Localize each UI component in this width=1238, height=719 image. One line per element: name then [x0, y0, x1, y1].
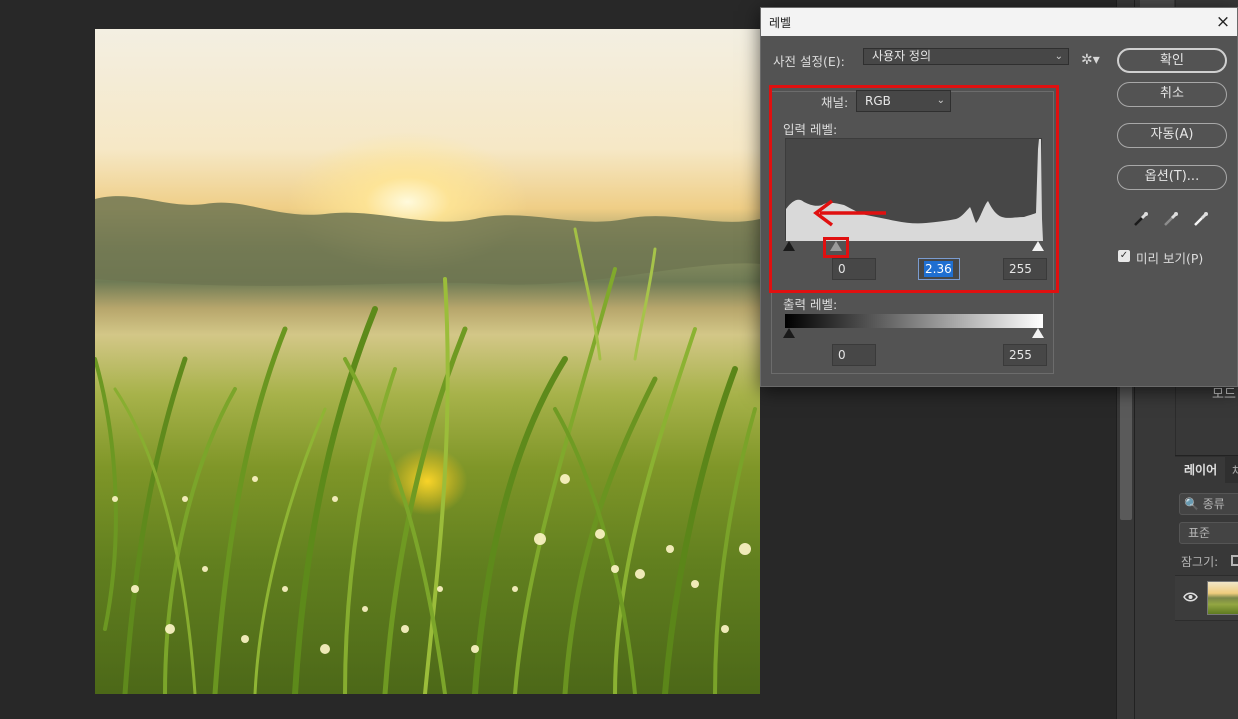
- output-white-field[interactable]: 255: [1003, 344, 1047, 366]
- options-button[interactable]: 옵션(T)...: [1117, 165, 1227, 190]
- preview-checkbox[interactable]: ✓: [1118, 250, 1130, 262]
- auto-button[interactable]: 자동(A): [1117, 123, 1227, 148]
- scrollbar-thumb[interactable]: [1120, 380, 1132, 520]
- dialog-titlebar[interactable]: 레벨 ×: [761, 8, 1237, 36]
- blend-mode-select[interactable]: 표준: [1179, 522, 1238, 544]
- output-black-field[interactable]: 0: [832, 344, 876, 366]
- grass-photo: [95, 196, 760, 694]
- output-gradient-bar: [785, 314, 1043, 328]
- tab-layers[interactable]: 레이어: [1175, 457, 1225, 483]
- preset-select[interactable]: 사용자 정의 ⌄: [863, 48, 1069, 65]
- black-eyedropper-icon[interactable]: [1133, 211, 1149, 227]
- preset-label: 사전 설정(E):: [773, 54, 845, 69]
- lock-transparency-icon[interactable]: [1231, 555, 1238, 566]
- preview-label: 미리 보기(P): [1136, 251, 1204, 266]
- gear-icon[interactable]: ✲▾: [1081, 52, 1100, 68]
- close-icon[interactable]: ×: [1213, 12, 1233, 32]
- output-black-slider[interactable]: [783, 328, 795, 338]
- layer-kind-filter[interactable]: 🔍 종류: [1179, 493, 1238, 515]
- levels-dialog: 레벨 × 사전 설정(E): 사용자 정의 ⌄ ✲▾ 채널: RGB ⌄ 입력 …: [760, 7, 1238, 387]
- ok-button[interactable]: 확인: [1117, 48, 1227, 73]
- output-white-slider[interactable]: [1032, 328, 1044, 338]
- layer-thumbnail[interactable]: [1207, 581, 1238, 615]
- eye-icon[interactable]: [1183, 592, 1198, 602]
- output-levels-label: 출력 레벨:: [783, 297, 838, 312]
- output-slider-track[interactable]: [783, 328, 1044, 340]
- cancel-button[interactable]: 취소: [1117, 82, 1227, 107]
- dialog-title: 레벨: [769, 16, 792, 30]
- tab-channels[interactable]: 채: [1232, 462, 1238, 479]
- white-eyedropper-icon[interactable]: [1193, 211, 1209, 227]
- document-canvas[interactable]: [95, 29, 760, 694]
- gray-eyedropper-icon[interactable]: [1163, 211, 1179, 227]
- lock-label: 잠그기:: [1181, 555, 1219, 569]
- preset-value: 사용자 정의: [872, 49, 932, 63]
- chevron-down-icon: ⌄: [1054, 51, 1063, 62]
- input-levels-highlight: [769, 85, 1059, 293]
